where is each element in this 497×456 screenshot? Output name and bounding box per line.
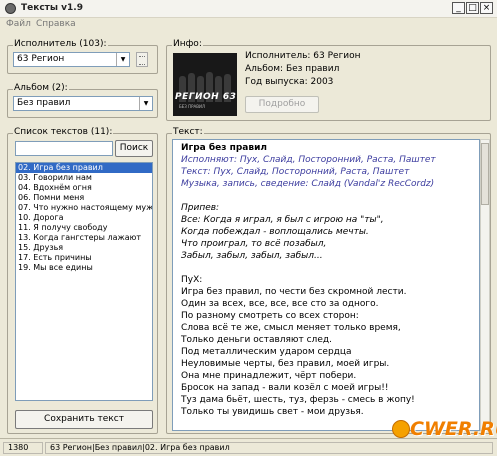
song-list-item[interactable]: 06. Помни меня	[16, 193, 152, 203]
menu-help[interactable]: Справка	[36, 19, 76, 29]
lyrics-line: Музыка, запись, сведение: Слайд (Vandal'…	[181, 179, 435, 189]
info-label: Инфо:	[172, 39, 203, 49]
song-list-item[interactable]: 02. Игра без правил	[16, 163, 152, 173]
lyrics-line: Бросок на запад - вали козёл с моей игры…	[181, 383, 389, 393]
lyrics-line: Когда побеждал - воплощались мечты.	[181, 227, 369, 237]
song-list-item[interactable]: 17. Есть причины	[16, 253, 152, 263]
artist-list-button[interactable]	[136, 52, 148, 67]
lyrics-line: Исполняют: Пух, Слайд, Посторонний, Раст…	[181, 155, 436, 165]
cover-logo: РЕГИОН 63	[175, 92, 237, 102]
status-count: 1380	[3, 442, 43, 454]
song-listbox[interactable]: 02. Игра без правил 03. Говорили нам 04. В…	[15, 162, 153, 401]
lyrics-title: Игра без правил	[181, 143, 267, 153]
artist-combo[interactable]: 63 Регион ▼	[13, 52, 130, 67]
song-list-item[interactable]: 19. Мы все едины	[16, 263, 152, 273]
song-list-item[interactable]: 11. Я получу свободу	[16, 223, 152, 233]
chevron-down-icon[interactable]: ▼	[116, 53, 129, 66]
lyrics-line: Только деньги оставляют след.	[181, 335, 332, 345]
watermark-logo: CWER.RU	[390, 414, 497, 444]
song-list-label: Список текстов (11):	[13, 127, 114, 137]
chevron-down-icon[interactable]: ▼	[139, 97, 152, 110]
lyrics-line: ПуХ:	[181, 275, 203, 285]
menu-bar: Файл Справка	[0, 17, 497, 32]
lyrics-line: Текст: Пух, Слайд, Посторонний, Раста, П…	[181, 167, 410, 177]
info-album: Альбом: Без правил	[245, 64, 340, 74]
lyrics-line: Игра без правил, по чести без скромной л…	[181, 287, 407, 297]
lyrics-line: Забыл, забыл, забыл, забыл...	[181, 251, 323, 261]
info-year: Год выпуска: 2003	[245, 77, 334, 87]
lyrics-scrollbar[interactable]	[480, 139, 490, 431]
song-list-item[interactable]: 13. Когда гангстеры лажают	[16, 233, 152, 243]
album-value: Без правил	[17, 98, 71, 108]
title-bar[interactable]: Тексты v1.9 _ □ ×	[0, 0, 497, 18]
lyrics-line: Припев:	[181, 203, 220, 213]
watermark-text: CWER.RU	[410, 418, 497, 440]
scrollbar-thumb[interactable]	[481, 143, 489, 205]
lyrics-line: По разному смотреть со всех сторон:	[181, 311, 359, 321]
watermark-ball-icon	[392, 420, 410, 438]
details-button[interactable]: Подробно	[245, 96, 319, 113]
lyrics-line: Все: Когда я играл, я был с игрою на "ты…	[181, 215, 384, 225]
lyrics-line: Она мне принадлежит, чёрт побери.	[181, 371, 357, 381]
lyrics-line: Слова всё те же, смысл меняет только вре…	[181, 323, 401, 333]
lyrics-line: Что проиграл, то всё позабыл,	[181, 239, 327, 249]
menu-file[interactable]: Файл	[6, 19, 31, 29]
window-title: Тексты v1.9	[21, 3, 83, 13]
song-list-item[interactable]: 04. Вдохнём огня	[16, 183, 152, 193]
lyrics-line: Под металлическим ударом сердца	[181, 347, 352, 357]
song-list-item[interactable]: 07. Что нужно настоящему мужчи	[16, 203, 152, 213]
app-icon[interactable]	[5, 3, 16, 14]
lyrics-line	[173, 190, 479, 202]
search-button[interactable]: Поиск	[115, 140, 153, 157]
album-label: Альбом (2):	[13, 83, 69, 93]
lyrics-line: Туз дама бьёт, шесть, туз, ферзь - смесь…	[181, 395, 415, 405]
close-button[interactable]: ×	[480, 2, 493, 14]
lyrics-line: Неуловимые черты, без правил, моей игры.	[181, 359, 390, 369]
album-cover-image: РЕГИОН 63 БЕЗ ПРАВИЛ	[173, 53, 237, 116]
song-list-item[interactable]: 10. Дорога	[16, 213, 152, 223]
minimize-button[interactable]: _	[452, 2, 465, 14]
lyrics-line	[173, 262, 479, 274]
song-list-item[interactable]: 15. Друзья	[16, 243, 152, 253]
cover-subtitle: БЕЗ ПРАВИЛ	[179, 104, 206, 109]
search-input[interactable]	[15, 141, 113, 156]
app-window: Тексты v1.9 _ □ × Файл Справка Исполните…	[0, 0, 497, 456]
artist-value: 63 Регион	[17, 54, 65, 64]
save-text-button[interactable]: Сохранить текст	[15, 410, 153, 429]
lyrics-textarea[interactable]: Игра без правил Исполняют: Пух, Слайд, По…	[172, 139, 480, 431]
song-list-item[interactable]: 03. Говорили нам	[16, 173, 152, 183]
info-artist: Исполнитель: 63 Регион	[245, 51, 361, 61]
artist-label: Исполнитель (103):	[13, 39, 108, 49]
maximize-button[interactable]: □	[466, 2, 479, 14]
album-combo[interactable]: Без правил ▼	[13, 96, 153, 111]
lyrics-label: Текст:	[172, 127, 204, 137]
lyrics-line: Один за всех, все, все, все сто за одног…	[181, 299, 379, 309]
